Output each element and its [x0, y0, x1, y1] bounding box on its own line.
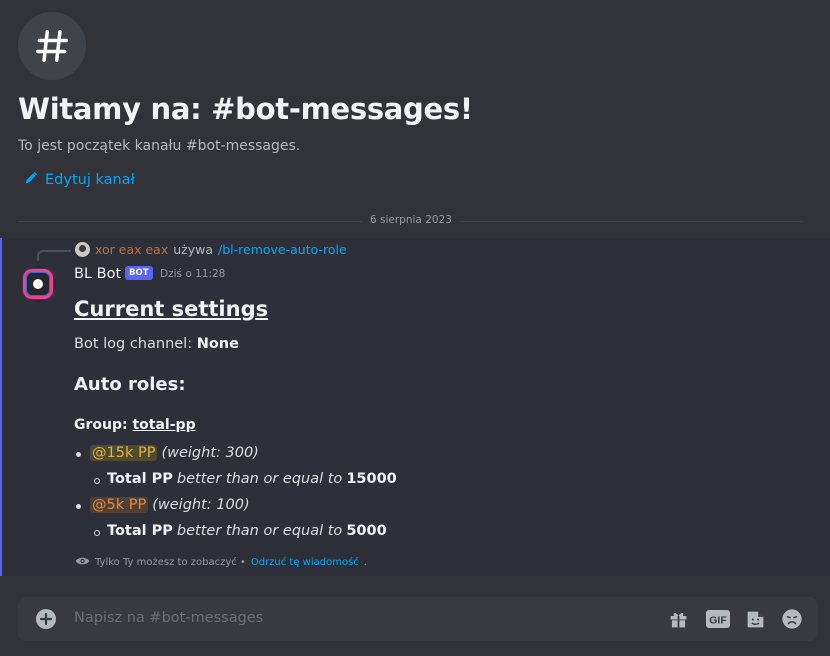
role-item-15k: @15k PP (weight: 300) — [90, 445, 259, 461]
reply-user-avatar[interactable] — [75, 242, 90, 257]
bot-avatar[interactable] — [20, 266, 56, 302]
pencil-icon — [24, 171, 38, 189]
list-bullet — [76, 504, 81, 509]
reply-verb: używa — [173, 242, 214, 257]
reply-spine — [37, 250, 71, 261]
message-composer[interactable]: Napisz na #bot-messages GIF — [18, 597, 818, 641]
condition-value: 15000 — [346, 471, 397, 487]
list-bullet — [76, 452, 81, 457]
sub-bullet — [94, 478, 100, 484]
channel-hash-icon — [18, 12, 86, 80]
group-line: Group: total-pp — [74, 417, 196, 433]
bot-avatar-logo-icon — [23, 269, 53, 299]
condition-metric: Total PP — [107, 471, 173, 487]
role-weight: (weight: 100) — [152, 497, 250, 513]
sticker-icon[interactable] — [744, 608, 766, 630]
group-name: total-pp — [132, 417, 196, 433]
condition-text: better than or equal to — [176, 471, 343, 487]
add-attachment-plus-icon[interactable] — [36, 609, 56, 629]
dismiss-suffix: . — [363, 557, 367, 568]
condition-metric: Total PP — [107, 523, 173, 539]
composer-placeholder[interactable]: Napisz na #bot-messages — [74, 610, 263, 626]
role-weight: (weight: 300) — [161, 445, 259, 461]
eye-icon — [75, 556, 90, 569]
auto-roles-heading: Auto roles: — [74, 374, 186, 395]
role-condition: Total PP better than or equal to 15000 — [107, 471, 397, 487]
sub-bullet — [94, 530, 100, 536]
settings-heading: Current settings — [74, 297, 269, 321]
svg-text:GIF: GIF — [709, 615, 727, 627]
bot-tag-badge: BOT — [125, 266, 153, 280]
condition-value: 5000 — [346, 523, 387, 539]
dismiss-message-link[interactable]: Odrzuć tę wiadomość — [251, 557, 359, 568]
condition-text: better than or equal to — [176, 523, 343, 539]
reply-username[interactable]: xor eax eax — [95, 242, 168, 257]
reply-command[interactable]: /bl-remove-auto-role — [218, 242, 347, 257]
ephemeral-notice: Tylko Ty możesz to zobaczyć • Odrzuć tę … — [75, 556, 367, 569]
role-condition: Total PP better than or equal to 5000 — [107, 523, 387, 539]
date-divider-label: 6 sierpnia 2023 — [362, 214, 460, 226]
role-mention-5k[interactable]: @5k PP — [90, 497, 149, 513]
ephemeral-text: Tylko Ty możesz to zobaczyć • — [95, 557, 246, 568]
group-label: Group: — [74, 417, 128, 433]
gif-icon[interactable]: GIF — [706, 608, 730, 630]
log-label: Bot log channel: — [74, 336, 193, 352]
gift-icon[interactable] — [667, 608, 689, 630]
emoji-icon[interactable] — [781, 608, 803, 630]
channel-welcome-title: Witamy na: #bot-messages! — [18, 92, 473, 126]
edit-channel-link[interactable]: Edytuj kanał — [24, 171, 135, 189]
channel-intro-text: To jest początek kanału #bot-messages. — [18, 138, 301, 154]
bot-log-channel-line: Bot log channel: None — [74, 336, 239, 352]
log-value: None — [196, 336, 239, 352]
edit-channel-label: Edytuj kanał — [45, 172, 135, 188]
message-author[interactable]: BL Bot — [74, 266, 121, 282]
message-timestamp: Dziś o 11:28 — [160, 268, 226, 280]
command-reply-header[interactable]: xor eax eax używa /bl-remove-auto-role — [75, 242, 347, 257]
role-item-5k: @5k PP (weight: 100) — [90, 497, 250, 513]
role-mention-15k[interactable]: @15k PP — [90, 445, 158, 461]
